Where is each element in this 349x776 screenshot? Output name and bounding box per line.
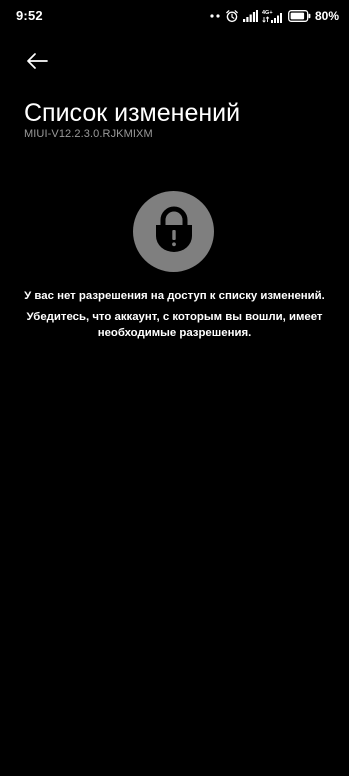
- lock-alert-icon: [154, 206, 194, 257]
- status-time: 9:52: [16, 8, 43, 23]
- more-dots-icon: [209, 10, 221, 22]
- page-title: Список изменений: [24, 99, 241, 127]
- lock-badge: [133, 191, 214, 272]
- battery-percent: 80%: [314, 9, 339, 23]
- alarm-icon: [225, 9, 239, 23]
- svg-text:4G+: 4G+: [262, 10, 273, 16]
- permission-message: У вас нет разрешения на доступ к списку …: [24, 290, 325, 302]
- back-button[interactable]: [20, 48, 54, 78]
- permission-hint: Убедитесь, что аккаунт, с которым вы вош…: [26, 311, 323, 339]
- status-icons: 4G+ 80%: [209, 8, 339, 24]
- signal-icon: [242, 10, 258, 22]
- signal-4g-icon: 4G+: [262, 9, 284, 23]
- battery-icon: [288, 10, 311, 22]
- status-bar: 9:52 4G+ 80%: [0, 0, 349, 32]
- page-subtitle: MIUI-V12.2.3.0.RJKMIXM: [24, 128, 153, 140]
- arrow-left-icon: [26, 52, 48, 74]
